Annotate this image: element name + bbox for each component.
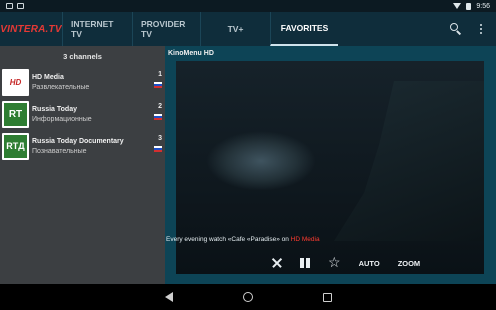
russia-flag-icon (154, 114, 162, 120)
russia-flag-icon (154, 82, 162, 88)
fullscreen-icon[interactable] (272, 258, 282, 268)
player-panel: KinoMenu HD ☆ AUTO ZOOM Every evening wa… (165, 46, 496, 284)
download-notification-icon (17, 3, 24, 9)
channel-item-hd-media[interactable]: HD HD Media Развлекательные 1 (0, 66, 165, 98)
zoom-button[interactable]: ZOOM (398, 259, 421, 268)
hd-media-logo: HD (2, 68, 29, 96)
player-channel-title: KinoMenu HD (168, 50, 214, 57)
russia-flag-icon (154, 146, 162, 152)
tab-provider-tv[interactable]: PROVIDER TV (132, 12, 200, 46)
search-icon[interactable] (450, 23, 462, 35)
clock: 9:56 (476, 2, 490, 10)
tab-internet-tv[interactable]: INTERNET TV (62, 12, 132, 46)
battery-icon (466, 2, 472, 10)
system-navigation-bar (0, 284, 496, 310)
player-controls: ☆ AUTO ZOOM (176, 252, 484, 274)
recent-apps-icon[interactable] (322, 292, 332, 302)
channel-count: 3 channels (63, 51, 102, 61)
auto-quality-button[interactable]: AUTO (359, 259, 380, 268)
star-icon[interactable]: ☆ (328, 255, 341, 269)
channel-name: HD Media (32, 73, 64, 81)
app-logo[interactable]: VINTERA.TV (0, 12, 62, 46)
back-icon[interactable] (164, 292, 173, 302)
home-icon[interactable] (242, 292, 253, 302)
russia-today-logo: RT (2, 100, 29, 128)
russia-today-documentary-logo: RTД (2, 132, 29, 160)
program-caption: Every evening watch «Cafe «Paradise» on … (166, 236, 320, 243)
channel-number: 2 (158, 103, 162, 110)
channel-name: Russia Today (32, 105, 77, 113)
gallery-notification-icon (6, 3, 13, 9)
channel-genre: Развлекательные (32, 83, 90, 91)
tab-favorites[interactable]: FAVORITES (270, 12, 338, 46)
more-vert-icon[interactable] (480, 24, 482, 34)
wifi-icon (453, 3, 462, 9)
pause-icon[interactable] (300, 258, 310, 268)
tab-tv-plus[interactable]: TV+ (200, 12, 270, 46)
caption-channel-link[interactable]: HD Media (291, 236, 320, 243)
channel-name: Russia Today Documentary (32, 137, 124, 145)
channel-list-panel: 3 channels HD HD Media Развлекательные 1… (0, 46, 165, 284)
channel-number: 3 (158, 135, 162, 142)
app-top-bar: VINTERA.TV INTERNET TV PROVIDER TV TV+ F… (0, 12, 496, 46)
channel-item-russia-today[interactable]: RT Russia Today Информационные 2 (0, 98, 165, 130)
tab-bar: INTERNET TV PROVIDER TV TV+ FAVORITES (62, 12, 338, 46)
channel-number: 1 (158, 71, 162, 78)
caption-text: Every evening watch «Cafe «Paradise» on (166, 236, 291, 243)
status-bar: 9:56 (0, 0, 496, 12)
channel-genre: Информационные (32, 115, 92, 123)
channel-genre: Познавательные (32, 147, 87, 155)
channel-item-russia-today-documentary[interactable]: RTД Russia Today Documentary Познаватель… (0, 130, 165, 162)
video-frame-wave (206, 131, 316, 191)
